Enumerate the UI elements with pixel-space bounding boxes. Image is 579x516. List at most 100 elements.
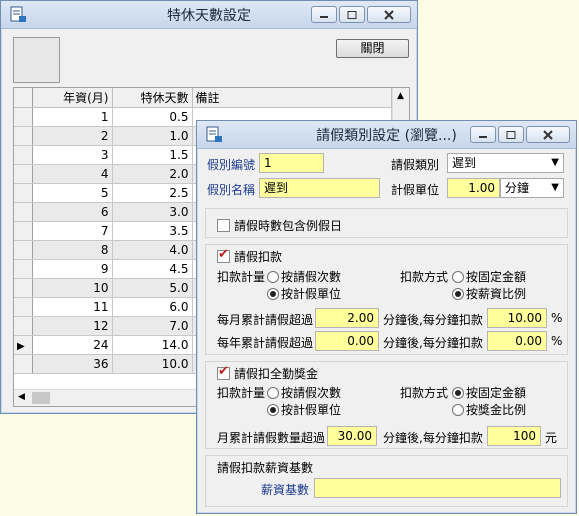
maximize-button[interactable] [339, 6, 365, 23]
cell-days[interactable]: 4.0 [112, 240, 193, 260]
row-indicator[interactable] [14, 202, 33, 222]
radio-icon[interactable] [452, 271, 464, 283]
radio-selected-icon[interactable] [452, 288, 464, 300]
close-icon[interactable] [367, 6, 411, 23]
yearly-amount-field[interactable]: 0.00 [487, 331, 547, 351]
cell-months[interactable]: 6 [32, 202, 113, 222]
bonus-monthly-label: 月累計請假數量超過 [217, 431, 326, 445]
maximize-button[interactable] [498, 126, 524, 143]
row-indicator[interactable] [14, 164, 33, 184]
radio-icon[interactable] [267, 271, 279, 283]
cell-days[interactable]: 6.0 [112, 297, 193, 317]
row-indicator[interactable] [14, 278, 33, 298]
row-indicator[interactable] [14, 183, 33, 203]
radio-icon[interactable] [267, 387, 279, 399]
bonus-unit: 元 [545, 431, 558, 445]
cell-days[interactable]: 5.0 [112, 278, 193, 298]
cell-months[interactable]: 10 [32, 278, 113, 298]
salary-base-field[interactable] [314, 478, 561, 498]
row-indicator[interactable] [14, 240, 33, 260]
yearly-field[interactable]: 0.00 [315, 331, 379, 351]
checkmark-icon[interactable] [217, 247, 230, 263]
radio-selected-icon[interactable] [267, 288, 279, 300]
radio-icon[interactable] [452, 404, 464, 416]
row-indicator[interactable] [14, 297, 33, 317]
cell-days[interactable]: 4.5 [112, 259, 193, 279]
close-button[interactable]: 關閉 [336, 39, 409, 58]
row-indicator[interactable] [14, 221, 33, 241]
scroll-up-icon[interactable]: ▲ [397, 91, 404, 101]
scroll-left-icon[interactable]: ◀ [18, 392, 25, 402]
row-indicator[interactable]: ▶ [14, 335, 33, 355]
deduct-opt-ratio[interactable]: 按薪資比例 [452, 285, 526, 302]
cell-days[interactable]: 7.0 [112, 316, 193, 336]
deduct-checkbox[interactable]: 請假扣款 [217, 247, 283, 265]
row-indicator[interactable] [14, 354, 33, 374]
cell-months[interactable]: 5 [32, 183, 113, 203]
deduct-opt-count[interactable]: 按請假次數 [267, 268, 341, 285]
col-days[interactable]: 特休天數 [112, 88, 193, 108]
cell-days[interactable]: 2.5 [112, 183, 193, 203]
cell-months[interactable]: 36 [32, 354, 113, 374]
bonus-opt-fixed[interactable]: 按固定金額 [452, 384, 526, 401]
cell-days[interactable]: 2.0 [112, 164, 193, 184]
monthly-field[interactable]: 2.00 [315, 308, 379, 328]
cell-months[interactable]: 24 [32, 335, 113, 355]
leave-type-select[interactable]: 遲到 ▼ [447, 153, 564, 173]
cell-months[interactable]: 7 [32, 221, 113, 241]
cell-months[interactable]: 4 [32, 164, 113, 184]
current-row-icon: ▶ [17, 340, 25, 352]
titlebar[interactable]: 請假類別設定 (瀏覽...) [197, 121, 576, 149]
titlebar[interactable]: 特休天數設定 [1, 1, 417, 29]
col-months[interactable]: 年資(月) [32, 88, 113, 108]
row-indicator[interactable] [14, 145, 33, 165]
cell-months[interactable]: 12 [32, 316, 113, 336]
bonus-title: 請假扣全勤獎金 [234, 367, 319, 381]
unit-select[interactable]: 分鐘 ▼ [500, 178, 564, 198]
cell-days[interactable]: 1.5 [112, 145, 193, 165]
bonus-monthly-field[interactable]: 30.00 [327, 426, 377, 446]
bonus-checkbox[interactable]: 請假扣全勤獎金 [217, 364, 319, 382]
cell-months[interactable]: 1 [32, 107, 113, 127]
cell-months[interactable]: 3 [32, 145, 113, 165]
cell-months[interactable]: 8 [32, 240, 113, 260]
cell-months[interactable]: 2 [32, 126, 113, 146]
cell-days[interactable]: 1.0 [112, 126, 193, 146]
deduct-opt-fixed[interactable]: 按固定金額 [452, 268, 526, 285]
checkbox-icon[interactable] [217, 219, 230, 232]
minimize-button[interactable] [470, 126, 496, 143]
close-icon[interactable] [526, 126, 570, 143]
minimize-button[interactable] [311, 6, 337, 23]
monthly-amount-field[interactable]: 10.00 [487, 308, 547, 328]
unit-field[interactable]: 1.00 [447, 178, 500, 198]
include-holiday-checkbox[interactable]: 請假時數包含例假日 [217, 217, 342, 234]
row-indicator[interactable] [14, 316, 33, 336]
col-note[interactable]: 備註 [192, 88, 392, 108]
cell-months[interactable]: 11 [32, 297, 113, 317]
leave-code-field[interactable]: 1 [259, 153, 324, 173]
row-indicator[interactable] [14, 259, 33, 279]
cell-days[interactable]: 10.0 [112, 354, 193, 374]
bonus-opt-unit[interactable]: 按計假單位 [267, 401, 341, 418]
radio-selected-icon[interactable] [452, 387, 464, 399]
leave-name-field[interactable]: 遲到 [259, 178, 380, 198]
checkmark-icon[interactable] [217, 364, 230, 380]
chevron-down-icon[interactable]: ▼ [551, 154, 559, 172]
deduct-opt-unit[interactable]: 按計假單位 [267, 285, 341, 302]
cell-days[interactable]: 3.5 [112, 221, 193, 241]
bonus-opt-ratio[interactable]: 按獎金比例 [452, 401, 526, 418]
scroll-thumb[interactable] [32, 392, 50, 404]
cell-days[interactable]: 0.5 [112, 107, 193, 127]
chevron-down-icon[interactable]: ▼ [551, 179, 559, 197]
cell-days[interactable]: 14.0 [112, 335, 193, 355]
monthly-mid: 分鐘後,每分鐘扣款 [383, 313, 483, 327]
leave-code-label: 假別編號 [207, 158, 256, 172]
deduct-title: 請假扣款 [234, 250, 283, 264]
bonus-opt-count[interactable]: 按請假次數 [267, 384, 341, 401]
cell-days[interactable]: 3.0 [112, 202, 193, 222]
cell-months[interactable]: 9 [32, 259, 113, 279]
radio-selected-icon[interactable] [267, 404, 279, 416]
row-indicator[interactable] [14, 107, 33, 127]
bonus-amount-field[interactable]: 100 [487, 426, 541, 446]
row-indicator[interactable] [14, 126, 33, 146]
